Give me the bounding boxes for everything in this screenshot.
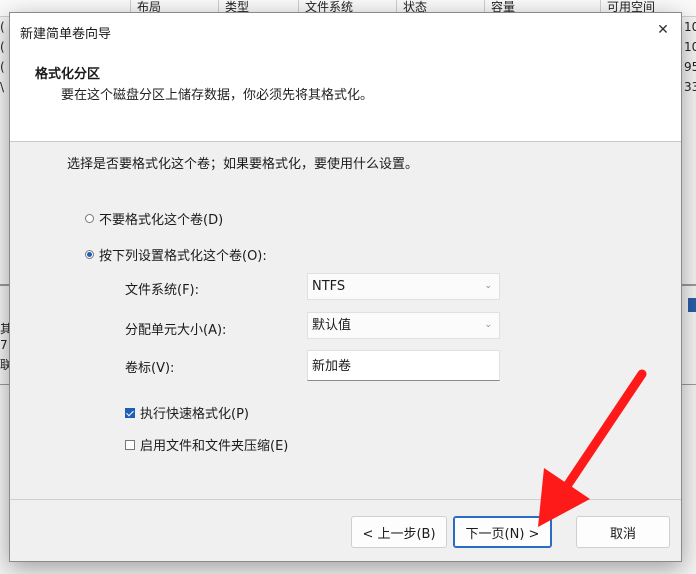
filesystem-label: 文件系统(F): [125,283,200,298]
radio-format[interactable]: 按下列设置格式化这个卷(O): [85,245,267,264]
page-subtitle: 要在这个磁盘分区上储存数据，你必须先将其格式化。 [61,88,374,103]
compression-checkbox[interactable]: 启用文件和文件夹压缩(E) [125,435,288,454]
format-prompt: 选择是否要格式化这个卷；如果要格式化，要使用什么设置。 [67,157,419,172]
new-simple-volume-wizard: 新建简单卷向导 ✕ 格式化分区 要在这个磁盘分区上储存数据，你必须先将其格式化。… [9,12,682,562]
quick-format-label: 执行快速格式化(P) [140,407,249,422]
chevron-down-icon: ⌄ [484,320,492,330]
filesystem-value: NTFS [312,279,346,294]
allocation-value: 默认值 [312,318,352,333]
allocation-label: 分配单元大小(A): [125,323,227,338]
window-title: 新建简单卷向导 [20,27,112,42]
title-bar[interactable]: 新建简单卷向导 ✕ [10,13,681,49]
cancel-button[interactable]: 取消 [576,516,670,548]
volume-label-input[interactable]: 新加卷 [307,350,500,381]
disk-bar [688,298,696,312]
volume-label-label: 卷标(V): [125,361,175,376]
wizard-header: 格式化分区 要在这个磁盘分区上储存数据，你必须先将其格式化。 [10,49,681,142]
cell-free: 95 [684,60,696,74]
allocation-select[interactable]: 默认值 ⌄ [307,312,500,339]
filesystem-select[interactable]: NTFS ⌄ [307,273,500,300]
radio-no-format-label: 不要格式化这个卷(D) [99,213,224,228]
footer-separator [10,499,681,500]
back-button[interactable]: < 上一步(B) [351,516,447,548]
next-button[interactable]: 下一页(N) > [453,516,552,548]
compression-indicator[interactable] [125,439,135,450]
radio-format-label: 按下列设置格式化这个卷(O): [99,249,267,264]
compression-label: 启用文件和文件夹压缩(E) [140,439,289,454]
page-title: 格式化分区 [35,67,101,82]
cell-free: 33 [684,80,696,94]
cell-free: 10 [684,20,696,34]
radio-no-format-indicator[interactable] [85,214,94,223]
close-button[interactable]: ✕ [651,19,675,41]
close-icon: ✕ [657,22,669,38]
quick-format-indicator[interactable] [125,407,135,418]
wizard-content: 选择是否要格式化这个卷；如果要格式化，要使用什么设置。 不要格式化这个卷(D) … [10,143,681,498]
volume-label-value: 新加卷 [312,359,352,374]
quick-format-checkbox[interactable]: 执行快速格式化(P) [125,403,249,422]
cell-free: 10 [684,40,696,54]
radio-format-indicator[interactable] [85,250,94,259]
radio-no-format[interactable]: 不要格式化这个卷(D) [85,209,223,228]
chevron-down-icon: ⌄ [484,281,492,291]
